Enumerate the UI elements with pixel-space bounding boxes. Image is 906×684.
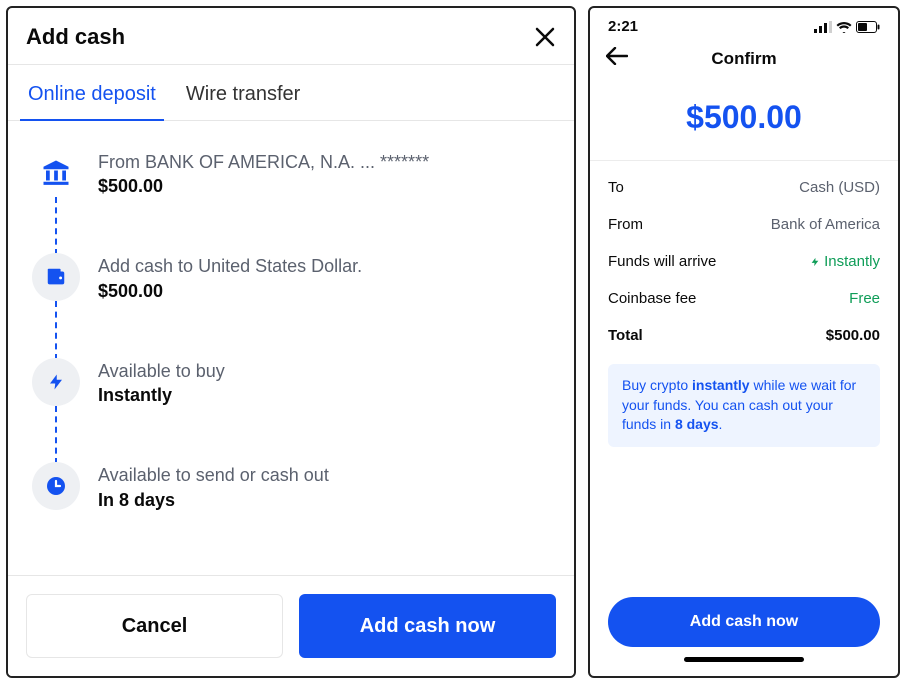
info-banner: Buy crypto instantly while we wait for y…: [608, 364, 880, 447]
step-available-cashout: Available to send or cash out In 8 days: [32, 462, 554, 520]
row-value: Cash (USD): [799, 179, 880, 196]
row-to: To Cash (USD): [608, 169, 880, 206]
step-value: In 8 days: [98, 490, 329, 511]
row-fee: Coinbase fee Free: [608, 280, 880, 317]
clock-icon: [32, 462, 80, 510]
add-cash-now-button[interactable]: Add cash now: [608, 597, 880, 647]
step-add-cash-usd: Add cash to United States Dollar. $500.0…: [32, 253, 554, 357]
lightning-icon: [810, 255, 820, 269]
row-value: Bank of America: [771, 216, 880, 233]
row-funds-arrive: Funds will arrive Instantly: [608, 243, 880, 280]
wifi-icon: [836, 21, 852, 33]
close-icon[interactable]: [534, 26, 556, 48]
page-title: Confirm: [711, 49, 776, 69]
confirm-screen: 2:21 Confirm $500.00 To Cash (USD) From …: [588, 6, 900, 678]
steps-timeline: From BANK OF AMERICA, N.A. ... ******* $…: [8, 121, 574, 575]
lightning-icon: [32, 358, 80, 406]
status-bar: 2:21: [590, 8, 898, 39]
row-value: Instantly: [810, 253, 880, 270]
add-cash-now-button[interactable]: Add cash now: [299, 594, 556, 658]
row-key: To: [608, 179, 624, 196]
signal-icon: [814, 21, 832, 33]
clock: 2:21: [608, 18, 638, 35]
back-arrow-icon[interactable]: [606, 47, 628, 65]
summary-rows: To Cash (USD) From Bank of America Funds…: [590, 161, 898, 358]
step-from-bank: From BANK OF AMERICA, N.A. ... ******* $…: [32, 149, 554, 253]
confirm-amount: $500.00: [590, 91, 898, 160]
bank-icon: [32, 149, 80, 197]
wallet-icon: [32, 253, 80, 301]
step-label: Available to send or cash out: [98, 464, 329, 487]
modal-footer: Cancel Add cash now: [8, 575, 574, 676]
tab-online-deposit[interactable]: Online deposit: [26, 65, 158, 120]
step-value: Instantly: [98, 385, 225, 406]
step-label: Available to buy: [98, 360, 225, 383]
add-cash-modal: Add cash Online deposit Wire transfer Fr…: [6, 6, 576, 678]
row-total: Total $500.00: [608, 317, 880, 354]
step-label: Add cash to United States Dollar.: [98, 255, 362, 278]
home-indicator: [684, 657, 804, 662]
row-from: From Bank of America: [608, 206, 880, 243]
row-key: Coinbase fee: [608, 290, 696, 307]
step-amount: $500.00: [98, 281, 362, 302]
row-key: From: [608, 216, 643, 233]
row-key: Total: [608, 327, 643, 344]
cancel-button[interactable]: Cancel: [26, 594, 283, 658]
row-value: $500.00: [826, 327, 880, 344]
row-value: Free: [849, 290, 880, 307]
modal-title: Add cash: [26, 24, 125, 50]
tab-wire-transfer[interactable]: Wire transfer: [184, 65, 302, 120]
step-available-buy: Available to buy Instantly: [32, 358, 554, 462]
step-label: From BANK OF AMERICA, N.A. ... *******: [98, 151, 429, 174]
row-key: Funds will arrive: [608, 253, 716, 270]
step-amount: $500.00: [98, 176, 429, 197]
battery-icon: [856, 21, 880, 33]
tabs: Online deposit Wire transfer: [8, 65, 574, 121]
